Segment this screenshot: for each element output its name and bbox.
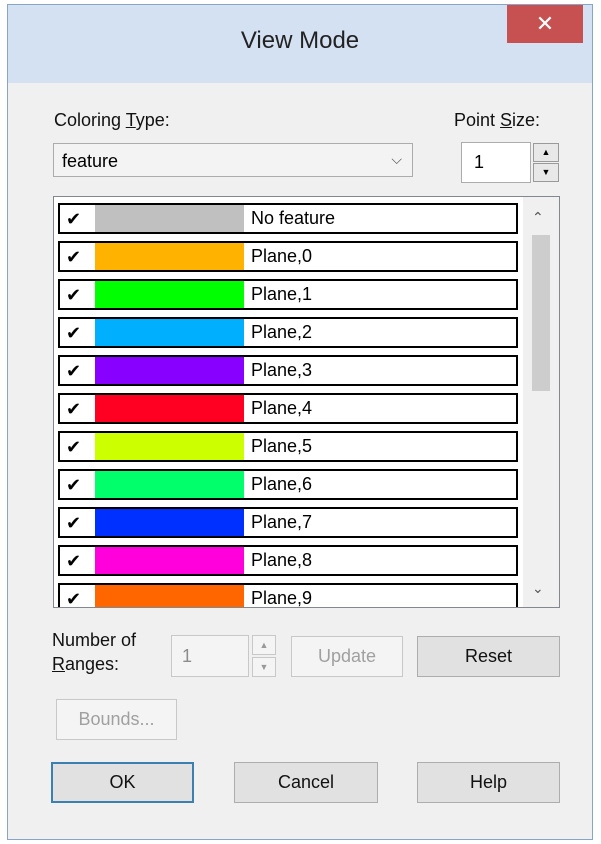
checkbox-checked-icon[interactable]: ✔: [66, 284, 88, 306]
checkbox-checked-icon[interactable]: ✔: [66, 322, 88, 344]
chevron-down-icon[interactable]: ⌄: [532, 580, 544, 597]
coloring-type-dropdown[interactable]: feature ⌵: [53, 143, 413, 177]
color-swatch: [95, 433, 244, 460]
point-size-input[interactable]: 1: [461, 142, 531, 183]
point-size-label-prefix: Point: [454, 110, 501, 130]
feature-row-plane-8[interactable]: ✔ Plane,8: [58, 545, 518, 576]
title-bar[interactable]: View Mode ✕: [8, 5, 592, 83]
spin-up-icon[interactable]: ▲: [533, 143, 559, 162]
feature-label: Plane,1: [251, 284, 313, 304]
dialog-content: Coloring Type: feature ⌵ Point Size: 1 ▲…: [8, 83, 592, 839]
color-swatch: [95, 471, 244, 498]
checkbox-checked-icon[interactable]: ✔: [66, 474, 88, 496]
feature-row-plane-6[interactable]: ✔ Plane,6: [58, 469, 518, 500]
feature-row-plane-7[interactable]: ✔ Plane,7: [58, 507, 518, 538]
number-of-ranges-label-line2: Ranges:: [52, 652, 136, 676]
color-swatch: [95, 243, 244, 270]
checkbox-checked-icon[interactable]: ✔: [66, 436, 88, 458]
chevron-up-icon[interactable]: ⌃: [532, 209, 544, 226]
ranges-label-mnemonic: R: [52, 654, 65, 674]
checkbox-checked-icon[interactable]: ✔: [66, 246, 88, 268]
color-swatch: [95, 205, 244, 232]
feature-label: Plane,9: [251, 588, 313, 608]
scrollbar-thumb[interactable]: [532, 235, 550, 391]
feature-label: Plane,4: [251, 398, 313, 418]
spin-down-icon[interactable]: ▼: [252, 657, 276, 677]
number-of-ranges-label: Number of Ranges:: [52, 628, 136, 676]
ranges-label-suffix: anges:: [65, 654, 120, 674]
color-swatch: [95, 395, 244, 422]
feature-label: Plane,2: [251, 322, 313, 342]
feature-row-plane-4[interactable]: ✔ Plane,4: [58, 393, 518, 424]
feature-label: Plane,7: [251, 512, 313, 532]
feature-label: Plane,5: [251, 436, 313, 456]
coloring-type-label-mnemonic: T: [125, 110, 136, 130]
vertical-scrollbar[interactable]: ⌃ ⌄: [523, 197, 559, 607]
coloring-type-label-prefix: Coloring: [54, 110, 126, 130]
view-mode-dialog: View Mode ✕ Coloring Type: feature ⌵ Poi…: [7, 4, 593, 840]
spin-down-icon[interactable]: ▼: [533, 163, 559, 182]
feature-list[interactable]: ✔ No feature ✔ Plane,0 ✔ Plane,1 ✔ Plane…: [53, 196, 560, 608]
point-size-value: 1: [474, 152, 485, 172]
point-size-spinner: 1 ▲ ▼: [461, 142, 560, 183]
feature-row-plane-2[interactable]: ✔ Plane,2: [58, 317, 518, 348]
checkbox-checked-icon[interactable]: ✔: [66, 550, 88, 572]
close-icon: ✕: [535, 11, 555, 36]
ok-button[interactable]: OK: [51, 762, 194, 803]
number-of-ranges-spinner: ▲ ▼: [252, 635, 276, 677]
update-button[interactable]: Update: [291, 636, 403, 677]
bounds-button[interactable]: Bounds...: [56, 699, 177, 740]
coloring-type-value: feature: [62, 151, 119, 171]
feature-row-no-feature[interactable]: ✔ No feature: [58, 203, 518, 234]
chevron-down-icon[interactable]: ⌵: [391, 151, 402, 168]
color-swatch: [95, 319, 244, 346]
feature-row-plane-5[interactable]: ✔ Plane,5: [58, 431, 518, 462]
coloring-type-label: Coloring Type:: [54, 110, 170, 131]
color-swatch: [95, 357, 244, 384]
color-swatch: [95, 281, 244, 308]
checkbox-checked-icon[interactable]: ✔: [66, 208, 88, 230]
point-size-label-suffix: ize:: [512, 110, 541, 130]
number-of-ranges-value: 1: [182, 646, 193, 666]
reset-button[interactable]: Reset: [417, 636, 560, 677]
help-button[interactable]: Help: [417, 762, 560, 803]
feature-label: Plane,6: [251, 474, 313, 494]
dialog-title: View Mode: [240, 27, 360, 54]
coloring-type-label-suffix: ype:: [135, 110, 170, 130]
checkbox-checked-icon[interactable]: ✔: [66, 588, 88, 607]
feature-row-plane-3[interactable]: ✔ Plane,3: [58, 355, 518, 386]
feature-row-plane-9[interactable]: ✔ Plane,9: [58, 583, 518, 608]
point-size-label: Point Size:: [454, 110, 540, 131]
cancel-button[interactable]: Cancel: [234, 762, 378, 803]
number-of-ranges-input[interactable]: 1: [171, 635, 249, 677]
color-swatch: [95, 585, 244, 607]
feature-row-plane-0[interactable]: ✔ Plane,0: [58, 241, 518, 272]
feature-label: Plane,3: [251, 360, 313, 380]
close-button[interactable]: ✕: [507, 5, 583, 43]
color-swatch: [95, 547, 244, 574]
feature-label: No feature: [251, 208, 336, 228]
color-swatch: [95, 509, 244, 536]
number-of-ranges-label-line1: Number of: [52, 630, 137, 650]
checkbox-checked-icon[interactable]: ✔: [66, 360, 88, 382]
feature-label: Plane,0: [251, 246, 313, 266]
feature-label: Plane,8: [251, 550, 313, 570]
feature-row-plane-1[interactable]: ✔ Plane,1: [58, 279, 518, 310]
spin-up-icon[interactable]: ▲: [252, 635, 276, 655]
checkbox-checked-icon[interactable]: ✔: [66, 512, 88, 534]
point-size-label-mnemonic: S: [500, 110, 513, 130]
checkbox-checked-icon[interactable]: ✔: [66, 398, 88, 420]
